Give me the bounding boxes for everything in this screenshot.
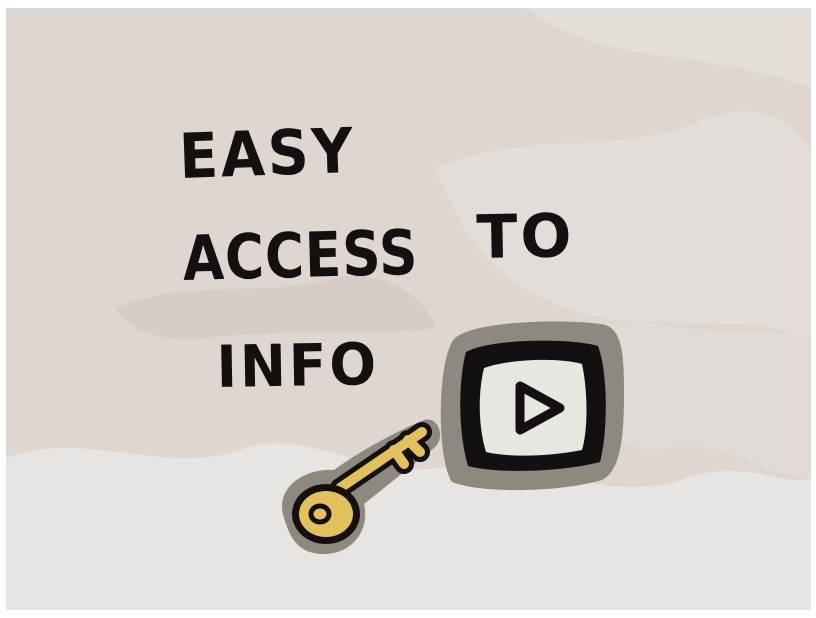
- key-icon: [282, 419, 441, 554]
- headline-easy: EASY: [177, 113, 357, 193]
- illustration-frame: EASY ACCESS TO INFO: [6, 8, 811, 610]
- headline-access: ACCESS: [181, 215, 420, 295]
- play-button-icon: [440, 321, 624, 491]
- headline-info: INFO: [215, 330, 380, 401]
- headline-to: TO: [475, 201, 576, 273]
